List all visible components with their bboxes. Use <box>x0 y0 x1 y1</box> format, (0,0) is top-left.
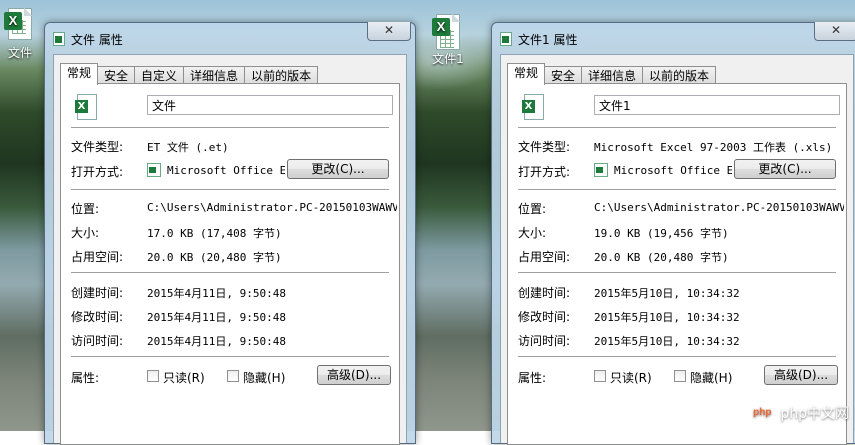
advanced-button[interactable]: 高级(D)... <box>764 365 838 385</box>
desktop-file1-label: 文件1 <box>432 52 464 66</box>
readonly-checkbox[interactable] <box>147 370 159 382</box>
tab-custom[interactable]: 自定义 <box>134 66 185 84</box>
close-button[interactable]: ✕ <box>367 22 411 41</box>
dialog-client: 常规 安全 自定义 详细信息 以前的版本 X 文件 文件类型: ET 文件 (.… <box>53 54 407 445</box>
open-with-value: Microsoft Office E: <box>614 164 732 177</box>
created-value: 2015年5月10日, 10:34:32 <box>594 287 740 300</box>
divider <box>518 127 836 129</box>
excel-title-icon <box>53 32 65 46</box>
location-value: C:\Users\Administrator.PC-20150103WAWV\D… <box>147 201 397 214</box>
divider <box>71 356 389 358</box>
divider <box>518 356 836 358</box>
attributes-label: 属性: <box>518 371 547 385</box>
general-panel: X 文件1 文件类型: Microsoft Excel 97-2003 工作表 … <box>507 83 847 445</box>
excel-app-icon <box>147 163 161 177</box>
modified-label: 修改时间: <box>518 310 571 324</box>
accessed-value: 2015年5月10日, 10:34:32 <box>594 335 740 348</box>
readonly-checkbox[interactable] <box>594 370 606 382</box>
created-label: 创建时间: <box>71 286 124 300</box>
file-type-label: 文件类型: <box>71 140 124 154</box>
desktop-file-label: 文件 <box>7 46 32 60</box>
tab-general[interactable]: 常规 <box>60 63 99 85</box>
created-label: 创建时间: <box>518 286 571 300</box>
dialog-client: 常规 安全 详细信息 以前的版本 X 文件1 文件类型: Microsoft E… <box>500 54 854 445</box>
hidden-label: 隐藏(H) <box>690 371 733 385</box>
excel-file-icon: X <box>75 94 99 122</box>
tab-security[interactable]: 安全 <box>97 66 136 84</box>
open-with-label: 打开方式: <box>71 165 124 179</box>
advanced-button[interactable]: 高级(D)... <box>317 365 391 385</box>
hidden-label: 隐藏(H) <box>243 371 286 385</box>
watermark-text: php中文网 <box>780 406 849 422</box>
divider <box>71 272 389 274</box>
accessed-value: 2015年4月11日, 9:50:48 <box>147 335 286 348</box>
modified-value: 2015年5月10日, 10:34:32 <box>594 311 740 324</box>
accessed-label: 访问时间: <box>518 334 571 348</box>
file-type-label: 文件类型: <box>518 140 571 154</box>
desktop-file1-icon[interactable]: X 文件1 <box>424 14 472 67</box>
hidden-checkbox[interactable] <box>674 370 686 382</box>
accessed-label: 访问时间: <box>71 334 124 348</box>
size-value: 17.0 KB (17,408 字节) <box>147 227 282 240</box>
hidden-checkbox[interactable] <box>227 370 239 382</box>
excel-file-icon: X <box>4 8 36 42</box>
window-titlebar[interactable]: 文件1 属性 ✕ <box>492 22 855 55</box>
properties-window-file1[interactable]: 文件1 属性 ✕ 常规 安全 详细信息 以前的版本 X 文件1 文件类型: Mi… <box>491 22 855 445</box>
close-icon: ✕ <box>830 23 842 37</box>
location-label: 位置: <box>71 202 100 216</box>
readonly-label: 只读(R) <box>163 371 205 385</box>
properties-window-file[interactable]: 文件 属性 ✕ 常规 安全 自定义 详细信息 以前的版本 X 文件 文件类型: … <box>44 22 416 445</box>
disk-size-label: 占用空间: <box>518 250 571 264</box>
excel-title-icon <box>500 32 512 46</box>
disk-size-label: 占用空间: <box>71 250 124 264</box>
close-button[interactable]: ✕ <box>814 22 855 41</box>
open-with-value: Microsoft Office E: <box>167 164 285 177</box>
file-name-field[interactable]: 文件 <box>147 95 393 115</box>
location-value: C:\Users\Administrator.PC-20150103WAWV\D… <box>594 201 844 214</box>
file-name-field[interactable]: 文件1 <box>594 95 840 115</box>
change-button[interactable]: 更改(C)... <box>287 159 389 179</box>
close-icon: ✕ <box>383 23 395 37</box>
excel-file-icon: X <box>432 14 464 50</box>
excel-file-icon: X <box>522 94 546 122</box>
tab-previous-versions[interactable]: 以前的版本 <box>642 66 717 84</box>
disk-size-value: 20.0 KB (20,480 字节) <box>594 251 729 264</box>
divider <box>518 272 836 274</box>
tab-strip: 常规 安全 自定义 详细信息 以前的版本 <box>60 63 319 85</box>
tab-security[interactable]: 安全 <box>544 66 583 84</box>
size-label: 大小: <box>71 226 100 240</box>
modified-value: 2015年4月11日, 9:50:48 <box>147 311 286 324</box>
window-titlebar[interactable]: 文件 属性 ✕ <box>45 22 415 55</box>
php-logo-icon: php <box>748 405 777 421</box>
change-button[interactable]: 更改(C)... <box>734 159 836 179</box>
created-value: 2015年4月11日, 9:50:48 <box>147 287 286 300</box>
modified-label: 修改时间: <box>71 310 124 324</box>
window-title: 文件1 属性 <box>518 33 578 47</box>
size-value: 19.0 KB (19,456 字节) <box>594 227 729 240</box>
size-label: 大小: <box>518 226 547 240</box>
readonly-label: 只读(R) <box>610 371 652 385</box>
watermark: php php中文网 <box>748 403 849 423</box>
tab-general[interactable]: 常规 <box>507 63 546 85</box>
divider <box>71 127 389 129</box>
location-label: 位置: <box>518 202 547 216</box>
disk-size-value: 20.0 KB (20,480 字节) <box>147 251 282 264</box>
file-type-value: Microsoft Excel 97-2003 工作表 (.xls) <box>594 141 833 154</box>
tab-details[interactable]: 详细信息 <box>581 66 644 84</box>
tab-details[interactable]: 详细信息 <box>183 66 246 84</box>
desktop-file-icon[interactable]: X 文件 <box>0 8 44 61</box>
tab-strip: 常规 安全 详细信息 以前的版本 <box>507 63 717 85</box>
excel-app-icon <box>594 163 608 177</box>
divider <box>518 189 836 191</box>
general-panel: X 文件 文件类型: ET 文件 (.et) 打开方式: Microsoft O… <box>60 83 400 445</box>
attributes-label: 属性: <box>71 371 100 385</box>
open-with-label: 打开方式: <box>518 165 571 179</box>
file-type-value: ET 文件 (.et) <box>147 141 229 154</box>
tab-previous-versions[interactable]: 以前的版本 <box>244 66 319 84</box>
divider <box>71 189 389 191</box>
window-title: 文件 属性 <box>71 33 123 47</box>
